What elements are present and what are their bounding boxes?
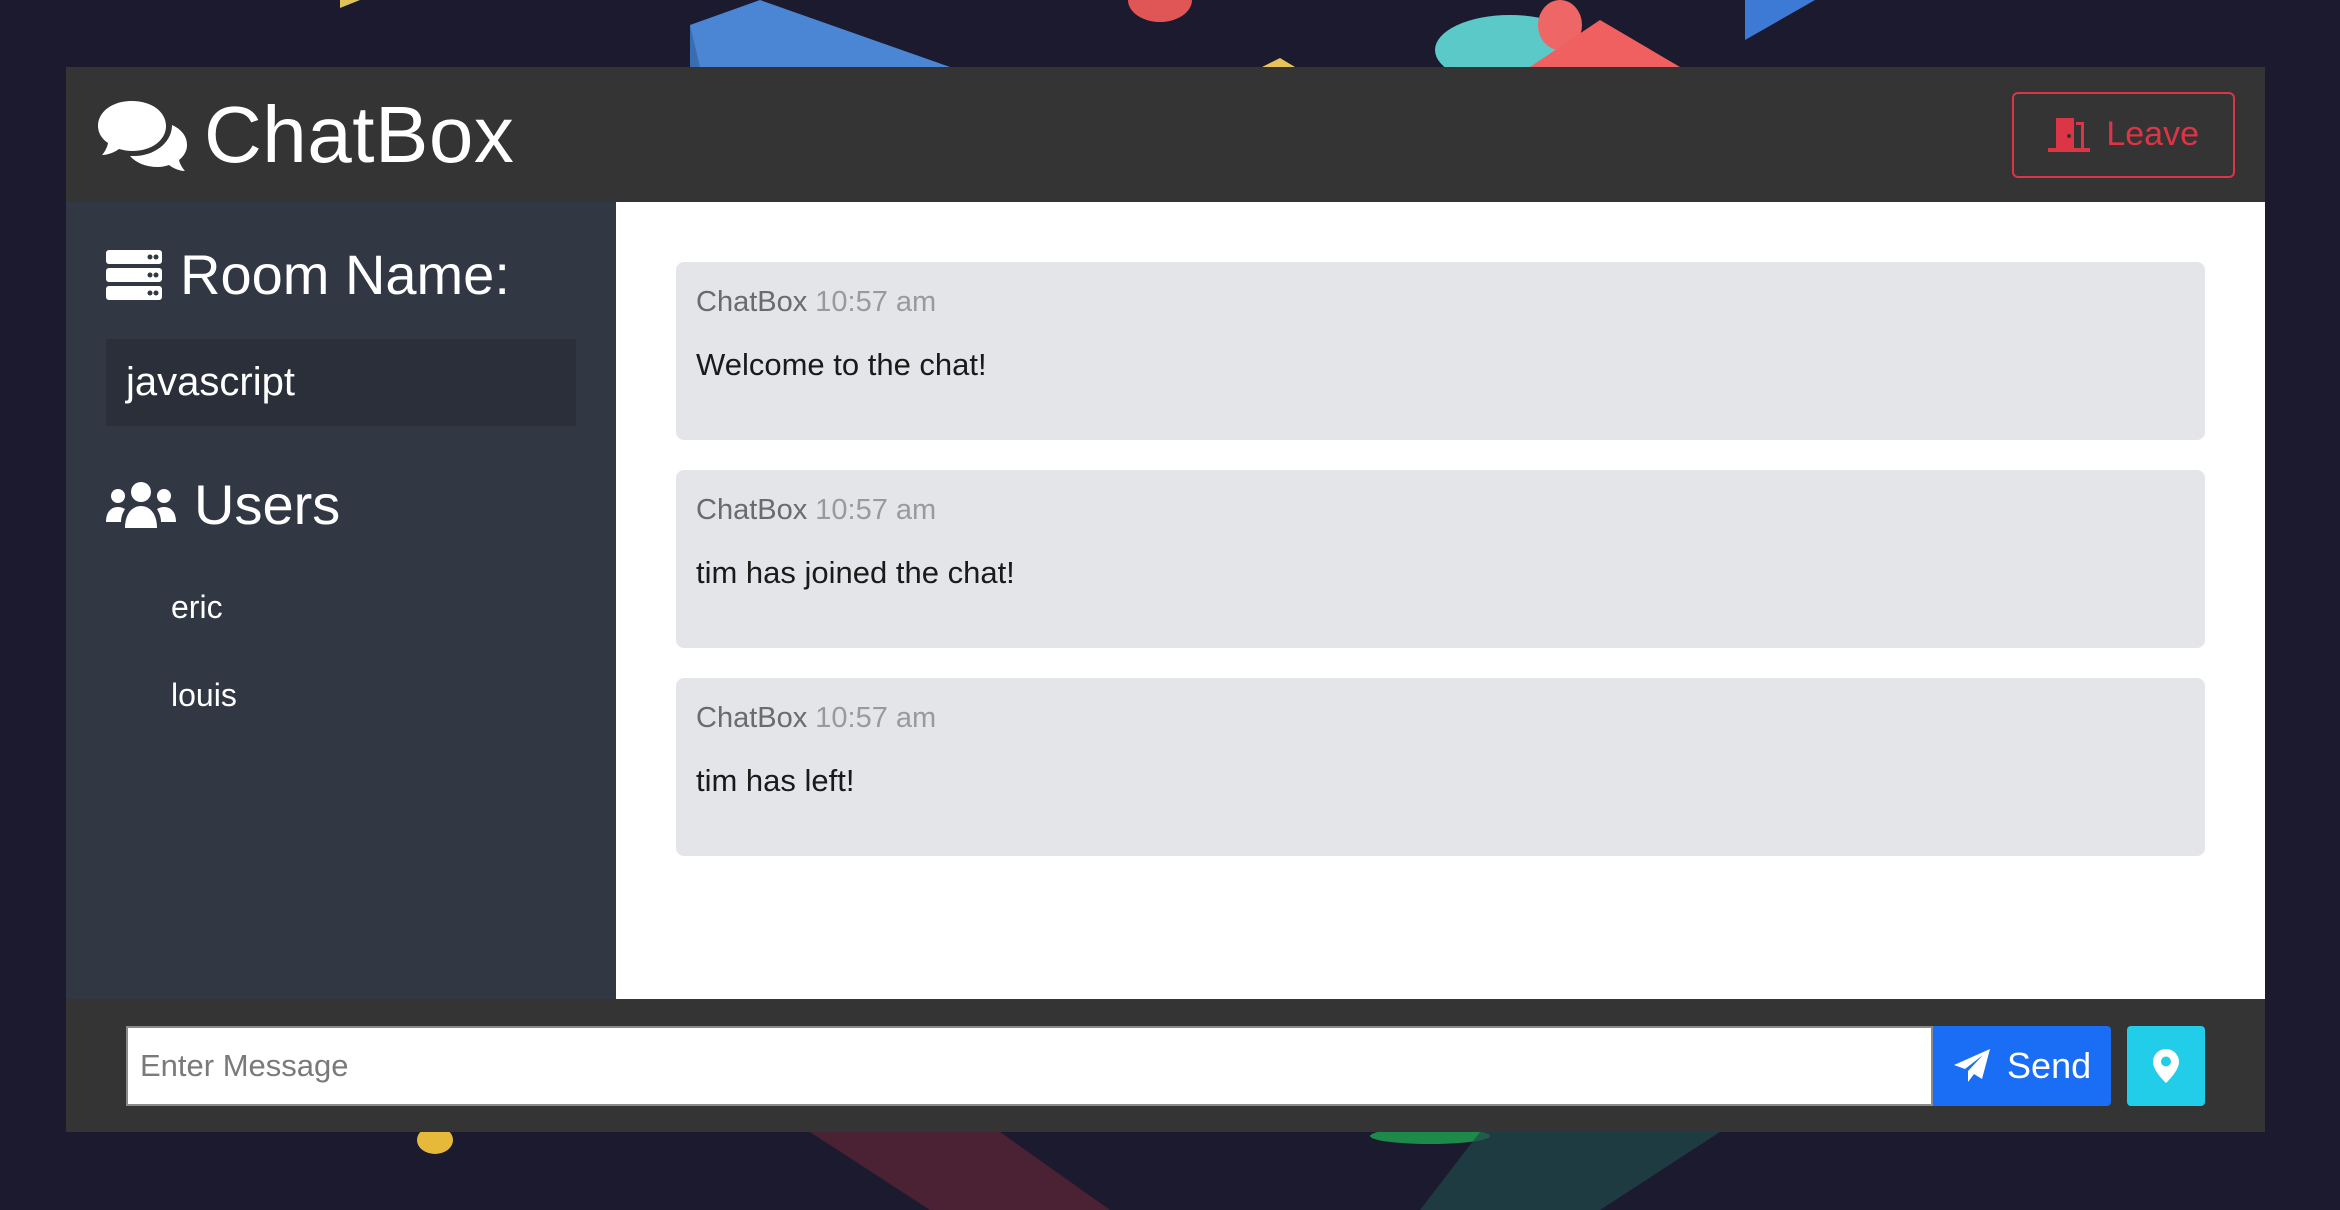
user-item: louis (171, 677, 237, 713)
users-icon (106, 481, 176, 528)
comments-icon (98, 100, 187, 171)
user-item: eric (171, 589, 223, 625)
brand: ChatBox (96, 89, 514, 181)
chat-main: Room Name: javascript Users eric louis C… (66, 202, 2265, 999)
paper-plane-icon (1954, 1048, 1991, 1082)
message-meta: ChatBox 10:57 am (696, 702, 2185, 735)
message-time: 10:57 am (815, 286, 937, 318)
send-label: Send (2007, 1044, 2092, 1086)
message: ChatBox 10:57 am tim has left! (676, 678, 2205, 856)
users-heading: Users (106, 472, 576, 537)
message: ChatBox 10:57 am tim has joined the chat… (676, 470, 2205, 648)
user-list: eric louis (106, 587, 576, 763)
message-input[interactable] (126, 1025, 1934, 1106)
chat-sidebar: Room Name: javascript Users eric louis (66, 202, 616, 999)
message: ChatBox 10:57 am Welcome to the chat! (676, 262, 2205, 440)
chat-header: ChatBox Leave (66, 67, 2265, 202)
message-meta: ChatBox 10:57 am (696, 286, 2185, 319)
chat-app: ChatBox Leave Room Name: javascript User… (66, 67, 2265, 1132)
message-text: tim has joined the chat! (696, 555, 1015, 590)
message-meta: ChatBox 10:57 am (696, 494, 2185, 527)
room-name: javascript (106, 339, 576, 426)
message-text: tim has left! (696, 763, 855, 798)
message-author: ChatBox (696, 286, 808, 318)
message-text: Welcome to the chat! (696, 347, 987, 382)
users-heading-label: Users (194, 473, 341, 536)
door-open-icon (2048, 117, 2091, 152)
room-heading-label: Room Name: (180, 243, 510, 306)
send-button[interactable]: Send (1933, 1025, 2112, 1106)
chat-form-container: Send (66, 999, 2265, 1132)
leave-button[interactable]: Leave (2012, 91, 2235, 178)
room-heading: Room Name: (106, 242, 576, 307)
message-author: ChatBox (696, 494, 808, 526)
server-icon (106, 249, 162, 300)
message-time: 10:57 am (815, 494, 937, 526)
app-title: ChatBox (204, 89, 515, 179)
message-time: 10:57 am (815, 702, 937, 734)
share-location-button[interactable] (2127, 1025, 2205, 1106)
message-author: ChatBox (696, 702, 808, 734)
leave-label: Leave (2106, 115, 2199, 153)
map-marker-icon (2153, 1048, 2180, 1083)
chat-messages: ChatBox 10:57 am Welcome to the chat! Ch… (616, 202, 2265, 999)
